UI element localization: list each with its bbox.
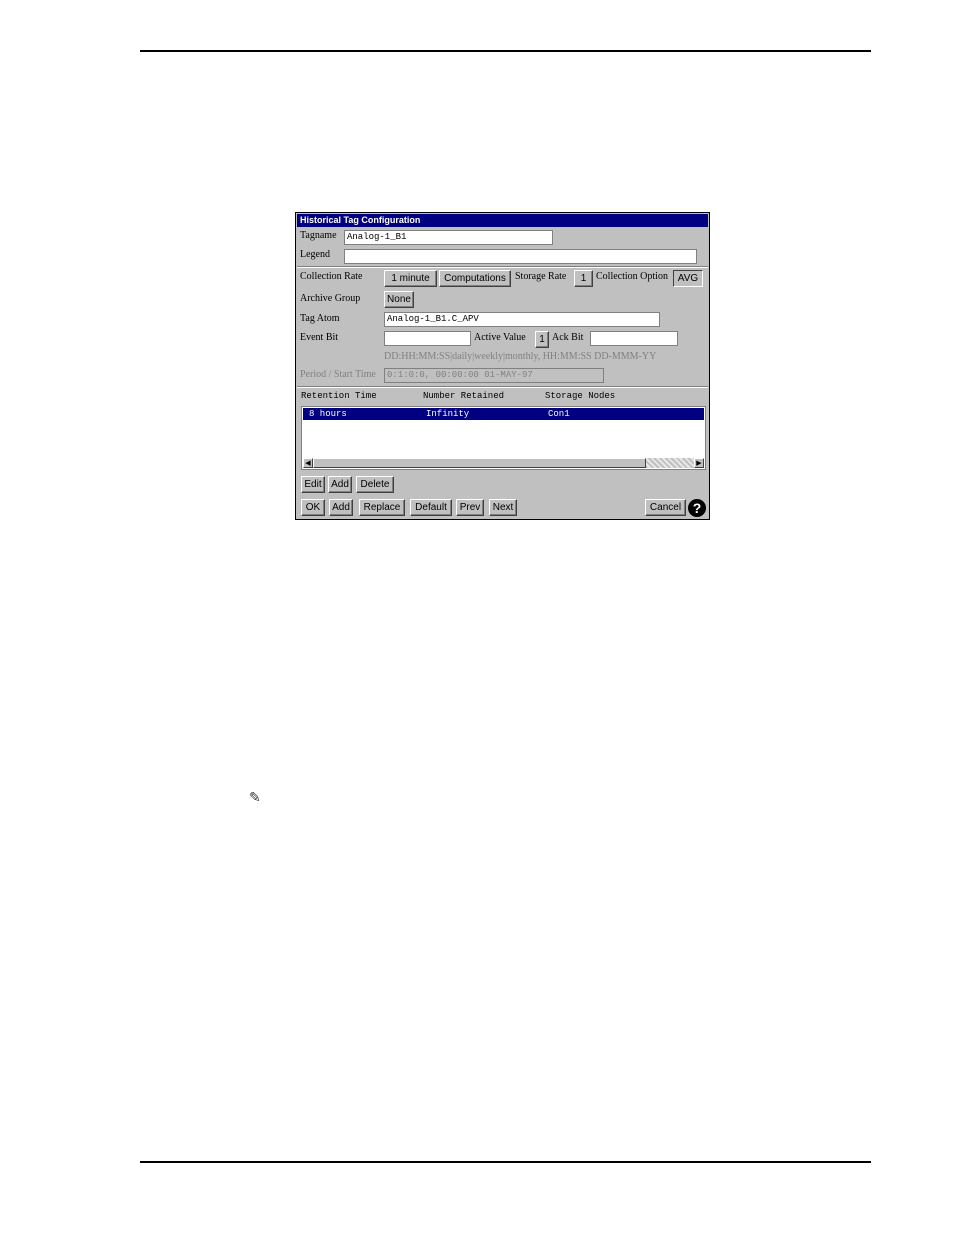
scroll-thumb[interactable] bbox=[313, 458, 646, 468]
collection-option-label: Collection Option bbox=[596, 271, 668, 282]
storage-nodes-cell: Con1 bbox=[548, 409, 570, 419]
collection-option-button[interactable]: AVG bbox=[673, 270, 703, 287]
add-button[interactable]: Add bbox=[329, 499, 353, 516]
delete-button[interactable]: Delete bbox=[356, 476, 394, 493]
ok-button[interactable]: OK bbox=[301, 499, 325, 516]
active-value-label: Active Value bbox=[474, 332, 526, 343]
scroll-right-icon[interactable]: ▶ bbox=[694, 458, 704, 468]
divider bbox=[297, 386, 708, 388]
ack-bit-field[interactable] bbox=[590, 331, 678, 346]
dialog-title: Historical Tag Configuration bbox=[297, 214, 708, 227]
period-start-label: Period / Start Time bbox=[300, 369, 376, 380]
scroll-left-icon[interactable]: ◀ bbox=[303, 458, 313, 468]
default-button[interactable]: Default bbox=[410, 499, 452, 516]
column-header-number-retained: Number Retained bbox=[423, 391, 505, 401]
column-header-storage-nodes: Storage Nodes bbox=[545, 391, 616, 401]
event-bit-label: Event Bit bbox=[300, 332, 339, 343]
computations-button[interactable]: Computations bbox=[439, 270, 511, 287]
tagname-field[interactable]: Analog-1_B1 bbox=[344, 230, 553, 245]
cancel-button[interactable]: Cancel bbox=[645, 499, 686, 516]
replace-button[interactable]: Replace bbox=[359, 499, 405, 516]
add-row-button[interactable]: Add bbox=[328, 476, 352, 493]
header-rule bbox=[140, 50, 871, 52]
legend-field[interactable] bbox=[344, 249, 697, 264]
format-hint: DD:HH:MM:SS|daily|weekly|monthly, HH:MM:… bbox=[384, 351, 657, 362]
collection-rate-label: Collection Rate bbox=[300, 271, 363, 282]
number-retained-cell: Infinity bbox=[426, 409, 470, 419]
archive-group-label: Archive Group bbox=[300, 293, 361, 304]
retention-time-cell: 8 hours bbox=[309, 409, 347, 419]
collection-rate-button[interactable]: 1 minute bbox=[384, 270, 437, 287]
active-value-button[interactable]: 1 bbox=[535, 331, 549, 348]
storage-rate-label: Storage Rate bbox=[515, 271, 567, 282]
horizontal-scrollbar[interactable]: ◀ ▶ bbox=[303, 458, 704, 468]
prev-button[interactable]: Prev bbox=[456, 499, 484, 516]
edit-button[interactable]: Edit bbox=[301, 476, 325, 493]
footer-rule bbox=[140, 1161, 871, 1163]
scroll-track[interactable] bbox=[646, 458, 696, 468]
event-bit-field[interactable] bbox=[384, 331, 471, 346]
ack-bit-label: Ack Bit bbox=[552, 332, 584, 343]
tag-atom-field[interactable]: Analog-1_B1.C_APV bbox=[384, 312, 660, 327]
tag-atom-label: Tag Atom bbox=[300, 313, 340, 324]
column-header-retention-time: Retention Time bbox=[301, 391, 377, 401]
historical-tag-configuration-dialog: Historical Tag Configuration Tagname Ana… bbox=[295, 212, 710, 520]
period-start-field[interactable]: 0:1:0:0, 00:00:00 01-MAY-97 bbox=[384, 368, 604, 383]
legend-label: Legend bbox=[300, 249, 330, 260]
storage-rate-button[interactable]: 1 bbox=[574, 270, 593, 287]
next-button[interactable]: Next bbox=[489, 499, 517, 516]
retention-list[interactable]: 8 hours Infinity Con1 ◀ ▶ bbox=[301, 406, 706, 470]
tagname-label: Tagname bbox=[300, 230, 337, 241]
help-icon[interactable]: ? bbox=[688, 499, 706, 517]
divider bbox=[297, 266, 708, 268]
pencil-icon: ✎ bbox=[249, 791, 261, 806]
archive-group-button[interactable]: None bbox=[384, 291, 414, 308]
table-row[interactable]: 8 hours Infinity Con1 bbox=[303, 408, 704, 420]
